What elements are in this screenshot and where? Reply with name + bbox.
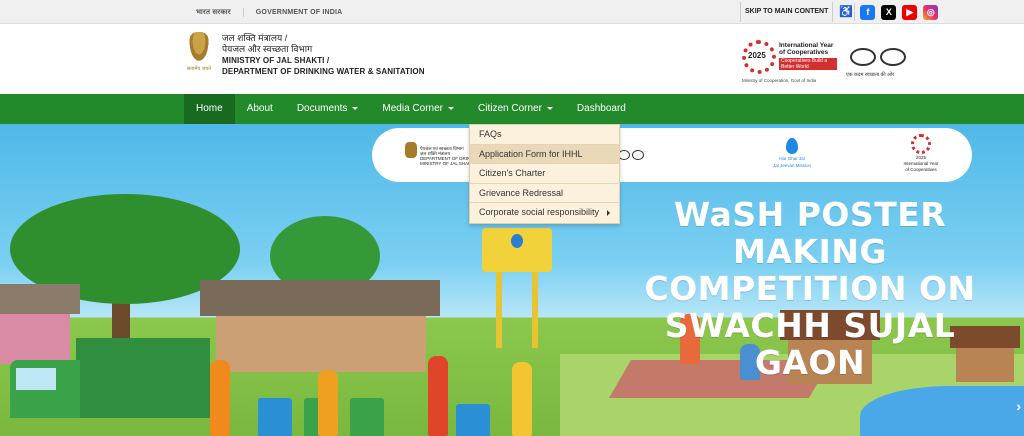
nav-documents[interactable]: Documents — [285, 94, 371, 124]
gov-hindi-label: भारत सरकार — [184, 7, 244, 17]
banner-logo-strip: पेयजल एवं स्वच्छता विभाग जल शक्ति मंत्रा… — [372, 128, 972, 182]
person-illustration — [210, 360, 230, 436]
menu-item-application-form-ihhl[interactable]: Application Form for IHHL — [470, 144, 619, 164]
ministry-english-1: MINISTRY OF JAL SHAKTI / — [222, 56, 330, 65]
instagram-icon[interactable]: ◎ — [923, 4, 939, 20]
gov-utility-links: SKIP TO MAIN CONTENT ♿ f X ▶ ◎ — [740, 2, 939, 22]
water-drop-icon — [511, 234, 523, 248]
iyc-ring-icon — [911, 134, 931, 154]
swachh-bharat-logo[interactable]: एक कदम स्वच्छता की ओर — [844, 40, 914, 84]
swachh-caption: एक कदम स्वच्छता की ओर — [846, 72, 895, 78]
chevron-down-icon — [352, 106, 359, 110]
lion-capital-icon — [188, 32, 210, 64]
gandhi-glasses-icon — [618, 150, 644, 162]
gov-labels: भारत सरकार GOVERNMENT OF INDIA — [184, 0, 354, 24]
ministry-english-2: DEPARTMENT OF DRINKING WATER & SANITATIO… — [222, 67, 425, 76]
house-illustration — [200, 280, 440, 380]
youtube-icon[interactable]: ▶ — [902, 4, 918, 20]
recycle-bin-illustration — [350, 398, 384, 436]
skip-to-main-link[interactable]: SKIP TO MAIN CONTENT — [740, 2, 834, 22]
strip-iyc-logo: 2025 International Year of Cooperatives — [896, 134, 946, 172]
nav-dashboard[interactable]: Dashboard — [565, 94, 638, 124]
site-header: सत्यमेव जयते जल शक्ति मंत्रालय / पेयजल औ… — [0, 24, 1024, 94]
person-illustration — [512, 362, 532, 436]
menu-item-citizens-charter[interactable]: Citizen's Charter — [470, 164, 619, 184]
menu-item-faqs[interactable]: FAQs — [470, 125, 619, 145]
recycle-bin-illustration — [456, 404, 490, 436]
carousel-next-icon[interactable]: › — [1016, 398, 1021, 414]
water-tower-illustration — [482, 228, 552, 348]
water-drop-icon — [786, 138, 798, 154]
nav-about[interactable]: About — [235, 94, 285, 124]
iyc-tagline: Cooperatives Build a Better World — [779, 58, 837, 70]
har-ghar-jal-logo: Har Ghar Jal Jal Jeevan Mission — [772, 138, 812, 168]
main-navigation: Home About Documents Media Corner Citize… — [0, 94, 1024, 124]
iyc-caption: Ministry of Cooperation, Govt of India — [742, 78, 817, 83]
accessibility-icon[interactable]: ♿ — [837, 3, 856, 21]
iyc-title: International Year of Cooperatives — [779, 42, 834, 56]
nav-citizen-corner[interactable]: Citizen Corner — [466, 94, 565, 124]
chevron-down-icon — [546, 106, 553, 110]
menu-item-csr[interactable]: Corporate social responsibility — [470, 203, 619, 223]
facebook-icon[interactable]: f — [860, 4, 876, 20]
person-illustration — [318, 370, 338, 436]
garbage-truck-illustration — [10, 338, 210, 436]
x-twitter-icon[interactable]: X — [881, 4, 897, 20]
citizen-corner-dropdown: FAQs Application Form for IHHL Citizen's… — [469, 124, 620, 224]
chevron-down-icon — [448, 106, 454, 110]
person-illustration — [428, 356, 448, 436]
government-bar: भारत सरकार GOVERNMENT OF INDIA SKIP TO M… — [0, 0, 1024, 24]
chevron-right-icon — [607, 210, 610, 216]
state-emblem-logo[interactable]: सत्यमेव जयते — [183, 32, 215, 82]
nav-home[interactable]: Home — [184, 94, 235, 124]
nav-media-corner[interactable]: Media Corner — [370, 94, 466, 124]
ministry-hindi-2: पेयजल और स्वच्छता विभाग — [222, 44, 313, 54]
international-year-cooperatives-logo[interactable]: 2025 International Year of Cooperatives … — [742, 38, 837, 86]
emblem-motto: सत्यमेव जयते — [186, 66, 212, 72]
ministry-title[interactable]: जल शक्ति मंत्रालय / पेयजल और स्वच्छता वि… — [222, 33, 425, 77]
recycle-bin-illustration — [258, 398, 292, 436]
gandhi-glasses-icon — [850, 44, 908, 68]
iyc-year: 2025 — [748, 51, 766, 60]
banner-headline: WaSH POSTER MAKING COMPETITION ON SWACHH… — [644, 195, 976, 382]
state-emblem-icon — [405, 142, 417, 158]
menu-item-grievance-redressal[interactable]: Grievance Redressal — [470, 184, 619, 203]
ministry-hindi-1: जल शक्ति मंत्रालय / — [222, 33, 288, 43]
gov-english-label: GOVERNMENT OF INDIA — [255, 8, 343, 16]
